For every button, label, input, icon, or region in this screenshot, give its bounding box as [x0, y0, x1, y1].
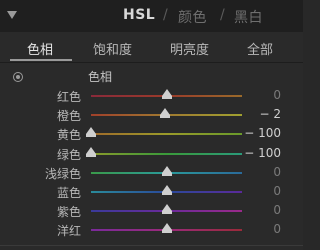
slider-value[interactable]: − 100: [244, 126, 281, 140]
slider-label: 橙色: [56, 109, 81, 124]
slider-value[interactable]: 0: [273, 165, 281, 179]
divider: [0, 245, 303, 246]
slider-label: 绿色: [56, 147, 81, 162]
slider-label: 蓝色: [56, 186, 81, 200]
tab-saturation[interactable]: 饱和度: [93, 39, 132, 58]
slider-track[interactable]: [91, 152, 242, 155]
hsl-slider-row: 蓝色 0: [0, 182, 303, 201]
slider-label: 黄色: [56, 128, 81, 143]
slider-value[interactable]: − 100: [244, 146, 281, 160]
slider-label: 浅绿色: [44, 166, 81, 181]
divider: [0, 62, 303, 63]
slider-label: 紫色: [56, 205, 81, 220]
tab-luminance[interactable]: 明亮度: [170, 39, 209, 58]
hsl-slider-row: 洋红 0: [0, 220, 303, 239]
slider-value[interactable]: 0: [273, 184, 281, 198]
hsl-tabs: 色相 饱和度 明亮度 全部: [0, 33, 303, 61]
tab-hue[interactable]: 色相: [27, 39, 53, 58]
hsl-slider-row: 浅绿色 0: [0, 163, 303, 182]
hsl-slider-row: 橙色 − 2: [0, 105, 303, 124]
slider-value[interactable]: 0: [273, 88, 281, 102]
collapse-triangle-icon[interactable]: [7, 11, 17, 19]
hsl-slider-row: 红色 0: [0, 86, 303, 105]
active-tab-indicator: [10, 59, 72, 61]
hsl-slider-row: 黄色 − 100: [0, 124, 303, 143]
section-title: 色相: [88, 70, 113, 84]
slider-value[interactable]: 0: [273, 203, 281, 217]
slider-thumb[interactable]: [161, 89, 172, 99]
slider-track[interactable]: [91, 133, 242, 136]
slider-thumb[interactable]: [86, 146, 96, 157]
tab-all[interactable]: 全部: [247, 39, 273, 58]
slider-thumb[interactable]: [161, 185, 172, 195]
hsl-panel: HSL / 颜色 / 黑白 色相 饱和度 明亮度 全部 色相 红色 0 橙色 − 2 黄…: [0, 0, 303, 250]
slider-value[interactable]: 0: [273, 222, 281, 236]
slider-value[interactable]: − 2: [259, 107, 281, 121]
hsl-slider-row: 绿色 − 100: [0, 144, 303, 163]
mode-separator: /: [220, 7, 225, 23]
target-adjust-icon[interactable]: [13, 72, 23, 82]
slider-label: 洋红: [56, 224, 81, 239]
slider-thumb[interactable]: [161, 204, 172, 215]
mode-bw[interactable]: 黑白: [234, 7, 263, 27]
slider-thumb[interactable]: [161, 165, 172, 176]
panel-header: HSL / 颜色 / 黑白: [0, 0, 303, 32]
mode-color[interactable]: 颜色: [178, 7, 207, 27]
mode-separator: /: [163, 7, 168, 23]
slider-thumb[interactable]: [159, 108, 170, 119]
hsl-slider-row: 紫色 0: [0, 201, 303, 220]
mode-hsl[interactable]: HSL: [123, 7, 155, 23]
slider-thumb[interactable]: [86, 127, 96, 138]
slider-label: 红色: [56, 90, 81, 104]
slider-thumb[interactable]: [161, 223, 172, 234]
